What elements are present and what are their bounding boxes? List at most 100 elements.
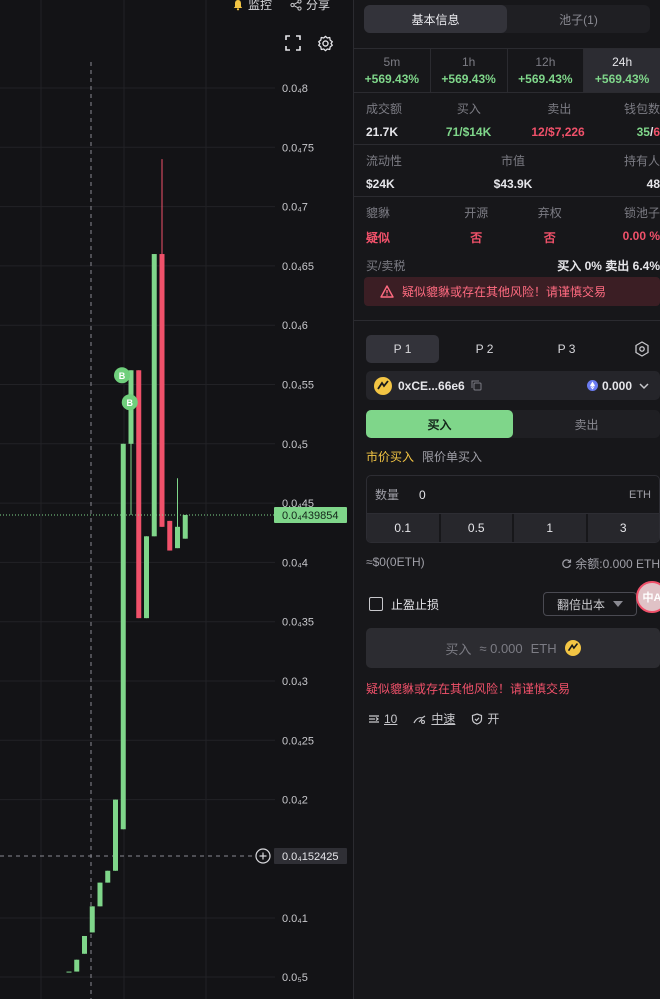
wallets-label: 钱包数 [623, 102, 660, 116]
buy-count-value: 71/$14K [445, 125, 492, 139]
tab-preset-3[interactable]: P 3 [530, 335, 603, 363]
wallet-selector[interactable]: 0xCE...66e6 0.000 [366, 371, 660, 400]
candle-body [89, 906, 95, 933]
chart-top-links: 监控 分享 [232, 0, 330, 13]
timeframe-label: 1h [461, 55, 476, 69]
y-axis-tick-label: 0.0₄75 [282, 142, 314, 154]
holders-label: 持有人 [623, 154, 660, 168]
buy-marker-label: B [119, 371, 126, 381]
quantity-input[interactable]: 0 [419, 488, 426, 502]
wallets-sell: 6 [653, 125, 660, 139]
timeframe-change: +569.43% [441, 72, 496, 86]
y-axis-tick-label: 0.0₄7 [282, 202, 308, 214]
open-source-value: 否 [470, 231, 483, 245]
info-tabs: 基本信息 池子(1) [364, 5, 650, 33]
tax-value: 买入 0% 卖出 6.4% [557, 259, 660, 273]
wallet-avatar-icon [374, 376, 392, 395]
preset-amount-button[interactable]: 1 [514, 514, 588, 542]
tab-basic-info[interactable]: 基本信息 [364, 5, 507, 33]
candle-body [120, 443, 126, 830]
market-stats-row: 流动性 $24K 市值 $43.9K 持有人 48 [354, 145, 660, 197]
wallet-address: 0xCE...66e6 [398, 378, 465, 393]
tab-preset-2[interactable]: P 2 [448, 335, 521, 363]
timeframe-label: 5m [383, 55, 401, 69]
fullscreen-button[interactable] [284, 34, 302, 52]
buy-sell-toggle: 买入 卖出 [366, 410, 660, 438]
quantity-input-row[interactable]: 数量 0 ETH [367, 476, 659, 513]
lock-pool-label: 锁池子 [623, 206, 660, 220]
mev-protect-setting[interactable]: 开 [471, 710, 499, 727]
y-axis-tick-label: 0.0₄65 [282, 261, 314, 273]
buy-count-label: 买入 [456, 102, 481, 116]
timeframe-5m[interactable]: 5m +569.43% [354, 49, 431, 92]
slippage-icon [369, 714, 379, 723]
caret-down-icon [613, 601, 623, 607]
slippage-setting[interactable]: 10 [368, 710, 397, 727]
tab-market-buy[interactable]: 市价买入 [366, 448, 414, 465]
trade-settings-row: 10 中速 开 [368, 710, 660, 727]
quantity-unit: ETH [629, 488, 651, 501]
balance-refresh[interactable]: 余额:0.000 ETH [561, 555, 660, 572]
double-principal-label: 翻倍出本 [556, 597, 605, 612]
liquidity-label: 流动性 [366, 154, 403, 168]
timeframe-row: 5m +569.43% 1h +569.43% 12h +569.43% 24h… [354, 48, 660, 93]
take-profit-checkbox[interactable] [369, 597, 383, 611]
y-axis-tick-label: 0.0₄3 [282, 676, 308, 688]
candle-body [175, 526, 180, 549]
order-type-tabs: 市价买入 限价单买入 [366, 448, 660, 465]
translate-badge[interactable]: 中A [636, 581, 660, 613]
tab-limit-buy[interactable]: 限价单买入 [422, 448, 482, 465]
preset-amount-button[interactable]: 0.5 [440, 514, 514, 542]
tab-pools[interactable]: 池子(1) [507, 5, 650, 33]
sell-count-label: 卖出 [547, 102, 572, 116]
gear-icon [317, 35, 333, 51]
fullscreen-icon [285, 35, 301, 51]
wallets-buy: 35 [636, 125, 650, 139]
chevron-down-icon [639, 382, 649, 389]
current-price-label: 0.0₄439854 [282, 510, 339, 522]
tab-preset-1[interactable]: P 1 [366, 335, 439, 363]
y-axis-tick-label: 0.0₄8 [282, 83, 308, 95]
candle-body [97, 882, 103, 907]
y-axis-tick-label: 0.0₄55 [282, 380, 314, 392]
share-label: 分享 [306, 0, 331, 12]
chart-settings-button[interactable] [316, 34, 334, 52]
refresh-icon [562, 559, 572, 569]
alert-link[interactable]: 监控 [232, 0, 272, 13]
tax-row: 买/卖税 买入 0% 卖出 6.4% [354, 249, 660, 273]
candlestick-chart[interactable]: 0.0₄8 0.0₄75 0.0₄7 0.0₄65 0.0₄6 0.0₄55 0.0₄5 0.… [0, 0, 352, 999]
tab-buy[interactable]: 买入 [366, 410, 513, 438]
trade-stats-row: 成交额 21.7K 买入 71/$14K 卖出 12/$7,226 钱包数 35… [354, 93, 660, 145]
bell-icon [233, 0, 243, 10]
honeypot-value: 疑似 [366, 231, 391, 245]
alert-label: 监控 [248, 0, 273, 12]
preset-settings-icon[interactable] [634, 341, 650, 357]
gas-icon [413, 715, 426, 724]
y-axis-tick-label: 0.0₄35 [282, 617, 314, 629]
timeframe-12h[interactable]: 12h +569.43% [508, 49, 585, 92]
share-link[interactable]: 分享 [290, 0, 330, 13]
shield-icon [472, 712, 483, 725]
preset-amount-button[interactable]: 3 [587, 514, 659, 542]
copy-icon[interactable] [471, 380, 482, 391]
security-stats-row: 貔貅 疑似 开源 否 弃权 否 锁池子 0.00 % [354, 197, 660, 249]
timeframe-1h[interactable]: 1h +569.43% [431, 49, 508, 92]
timeframe-24h[interactable]: 24h +569.43% [584, 49, 660, 92]
risk-banner-text: 疑似貔貅或存在其他风险！请谨慎交易 [402, 285, 607, 299]
chart-panel[interactable]: 0.0₄8 0.0₄75 0.0₄7 0.0₄65 0.0₄6 0.0₄55 0.0₄5 0.… [0, 0, 352, 999]
divider [354, 320, 660, 321]
take-profit-label: 止盈止损 [391, 597, 440, 612]
gas-speed-setting[interactable]: 中速 [413, 710, 455, 727]
lock-pool-value: 0.00 % [622, 229, 660, 243]
gas-speed-value: 中速 [431, 712, 456, 726]
eth-icon [586, 380, 598, 391]
preset-amount-button[interactable]: 0.1 [367, 514, 441, 542]
double-principal-select[interactable]: 翻倍出本 [543, 592, 637, 616]
buy-submit-button[interactable]: 买入 ≈ 0.000 ETH [366, 628, 660, 668]
crosshair-price-label: 0.0₄152425 [282, 851, 339, 863]
candle-body [151, 254, 157, 537]
quantity-presets: 0.1 0.5 1 3 [367, 513, 659, 542]
candle-body [159, 254, 165, 527]
tab-sell[interactable]: 卖出 [513, 410, 660, 438]
estimate-row: ≈$0(0ETH) 余额:0.000 ETH [366, 555, 660, 572]
